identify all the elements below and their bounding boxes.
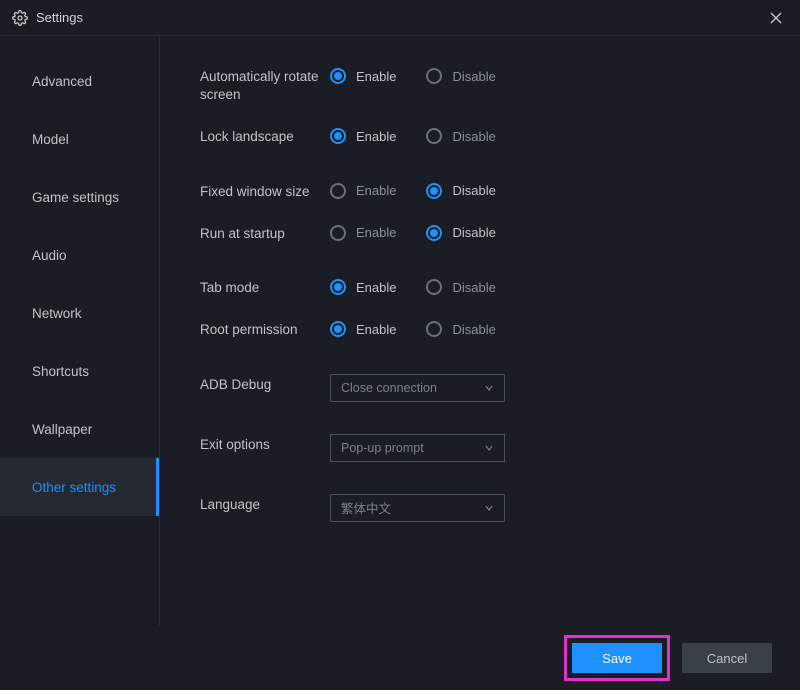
chevron-down-icon (484, 443, 494, 453)
radio-circle-icon (330, 225, 346, 241)
radio-root_permission-disable[interactable]: Disable (426, 321, 495, 337)
setting-label: ADB Debug (200, 374, 330, 394)
sidebar-item-label: Audio (32, 248, 67, 263)
select-value: 繁体中文 (341, 498, 391, 517)
radio-label: Disable (452, 183, 495, 198)
gear-icon (12, 10, 28, 26)
radio-circle-icon (426, 68, 442, 84)
sidebar-item-label: Model (32, 132, 69, 147)
radio-tab_mode-enable[interactable]: Enable (330, 279, 396, 295)
radio-label: Disable (452, 280, 495, 295)
radio-label: Enable (356, 322, 396, 337)
sidebar: Advanced Model Game settings Audio Network Sh… (0, 36, 160, 626)
setting-label: Fixed window size (200, 181, 330, 201)
radio-group: Enable Disable (330, 223, 496, 241)
radio-circle-icon (330, 321, 346, 337)
radio-fixed_window_size-disable[interactable]: Disable (426, 183, 495, 199)
radio-run_at_startup-disable[interactable]: Disable (426, 225, 495, 241)
radio-circle-icon (426, 279, 442, 295)
setting-label: Language (200, 494, 330, 514)
radio-label: Enable (356, 280, 396, 295)
close-icon (770, 12, 782, 24)
setting-row-tab_mode: Tab mode Enable Disable (200, 277, 800, 297)
setting-label: Automatically rotate screen (200, 66, 330, 104)
radio-label: Disable (452, 129, 495, 144)
sidebar-item-model[interactable]: Model (0, 110, 159, 168)
sidebar-item-label: Shortcuts (32, 364, 89, 379)
sidebar-item-network[interactable]: Network (0, 284, 159, 342)
sidebar-item-advanced[interactable]: Advanced (0, 52, 159, 110)
radio-fixed_window_size-enable[interactable]: Enable (330, 183, 396, 199)
sidebar-item-label: Advanced (32, 74, 92, 89)
setting-label: Exit options (200, 434, 330, 454)
sidebar-item-other-settings[interactable]: Other settings (0, 458, 159, 516)
select-language[interactable]: 繁体中文 (330, 494, 505, 522)
setting-row-fixed_window_size: Fixed window size Enable Disable (200, 181, 800, 201)
radio-label: Disable (452, 225, 495, 240)
radio-label: Disable (452, 69, 495, 84)
setting-row-exit_options: Exit options Pop-up prompt (200, 434, 800, 462)
setting-row-language: Language 繁体中文 (200, 494, 800, 522)
chevron-down-icon (484, 383, 494, 393)
sidebar-item-label: Other settings (32, 480, 116, 495)
setting-row-auto_rotate: Automatically rotate screen Enable Disable (200, 66, 800, 104)
setting-row-lock_landscape: Lock landscape Enable Disable (200, 126, 800, 146)
radio-group: Enable Disable (330, 126, 496, 144)
radio-circle-icon (330, 68, 346, 84)
radio-label: Enable (356, 69, 396, 84)
setting-label: Lock landscape (200, 126, 330, 146)
radio-circle-icon (426, 225, 442, 241)
setting-label: Run at startup (200, 223, 330, 243)
radio-root_permission-enable[interactable]: Enable (330, 321, 396, 337)
radio-label: Disable (452, 322, 495, 337)
footer: Save Cancel (0, 626, 800, 690)
main-panel: Automatically rotate screen Enable Disable… (160, 36, 800, 626)
radio-circle-icon (330, 183, 346, 199)
sidebar-item-game-settings[interactable]: Game settings (0, 168, 159, 226)
sidebar-item-audio[interactable]: Audio (0, 226, 159, 284)
radio-auto_rotate-disable[interactable]: Disable (426, 68, 495, 84)
sidebar-item-label: Network (32, 306, 82, 321)
sidebar-item-label: Wallpaper (32, 422, 92, 437)
radio-group: Enable Disable (330, 181, 496, 199)
radio-group: Enable Disable (330, 277, 496, 295)
radio-circle-icon (426, 183, 442, 199)
setting-label: Root permission (200, 319, 330, 339)
save-button[interactable]: Save (572, 643, 662, 673)
radio-auto_rotate-enable[interactable]: Enable (330, 68, 396, 84)
radio-label: Enable (356, 183, 396, 198)
radio-group: Enable Disable (330, 319, 496, 337)
radio-circle-icon (330, 279, 346, 295)
setting-row-run_at_startup: Run at startup Enable Disable (200, 223, 800, 243)
radio-label: Enable (356, 225, 396, 240)
select-value: Pop-up prompt (341, 441, 424, 455)
sidebar-item-shortcuts[interactable]: Shortcuts (0, 342, 159, 400)
title-bar: Settings (0, 0, 800, 36)
close-button[interactable] (764, 6, 788, 30)
radio-lock_landscape-disable[interactable]: Disable (426, 128, 495, 144)
sidebar-item-label: Game settings (32, 190, 119, 205)
radio-label: Enable (356, 129, 396, 144)
radio-tab_mode-disable[interactable]: Disable (426, 279, 495, 295)
chevron-down-icon (484, 503, 494, 513)
cancel-button[interactable]: Cancel (682, 643, 772, 673)
setting-row-adb_debug: ADB Debug Close connection (200, 374, 800, 402)
setting-label: Tab mode (200, 277, 330, 297)
radio-run_at_startup-enable[interactable]: Enable (330, 225, 396, 241)
select-value: Close connection (341, 381, 437, 395)
radio-group: Enable Disable (330, 66, 496, 84)
window-title: Settings (36, 10, 83, 25)
radio-circle-icon (426, 321, 442, 337)
setting-row-root_permission: Root permission Enable Disable (200, 319, 800, 339)
radio-circle-icon (330, 128, 346, 144)
radio-circle-icon (426, 128, 442, 144)
sidebar-item-wallpaper[interactable]: Wallpaper (0, 400, 159, 458)
radio-lock_landscape-enable[interactable]: Enable (330, 128, 396, 144)
select-exit_options[interactable]: Pop-up prompt (330, 434, 505, 462)
select-adb_debug[interactable]: Close connection (330, 374, 505, 402)
